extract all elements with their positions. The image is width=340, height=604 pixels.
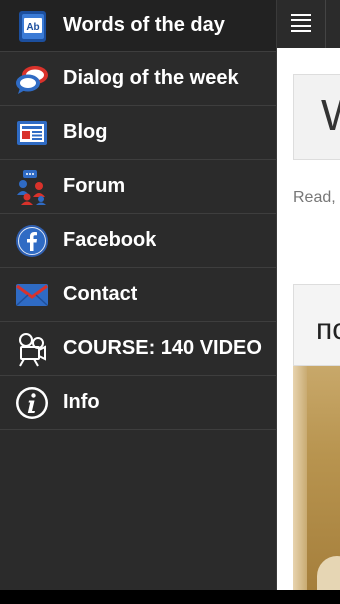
- toolbar-divider: [325, 0, 326, 48]
- main-content: W Read, words Russia по: [277, 0, 340, 590]
- menu-label: Info: [63, 391, 100, 413]
- menu-item-words-of-the-day[interactable]: Ab Words of the day: [0, 0, 276, 52]
- article-card-image[interactable]: [293, 366, 340, 590]
- word-card-title: W: [321, 91, 340, 141]
- menu-item-dialog-of-the-week[interactable]: Dialog of the week: [0, 52, 276, 106]
- menu-label: Blog: [63, 121, 108, 143]
- menu-item-forum[interactable]: Forum: [0, 160, 276, 214]
- menu-item-info[interactable]: Info: [0, 376, 276, 430]
- menu-item-contact[interactable]: Contact: [0, 268, 276, 322]
- menu-label: Words of the day: [63, 14, 225, 36]
- hamburger-menu-icon[interactable]: [291, 14, 311, 32]
- top-app-bar: [277, 0, 340, 48]
- menu-item-course[interactable]: COURSE: 140 VIDEO: [0, 322, 276, 376]
- ab-book-icon: Ab: [19, 10, 46, 42]
- menu-label: Dialog of the week: [63, 67, 239, 89]
- intro-text: Read, words Russia: [293, 189, 340, 206]
- menu-label: COURSE: 140 VIDEO: [63, 337, 262, 359]
- info-icon: [16, 386, 48, 419]
- menu-label: Forum: [63, 175, 126, 197]
- menu-item-facebook[interactable]: Facebook: [0, 214, 276, 268]
- article-card-header[interactable]: по: [293, 284, 340, 366]
- system-navigation-bar: [0, 590, 340, 604]
- navigation-drawer: Ab Words of the day Dialog of the week B…: [0, 0, 277, 590]
- video-camera-icon: [19, 332, 46, 366]
- people-chat-icon: [17, 169, 46, 205]
- svg-text:Ab: Ab: [26, 22, 39, 33]
- word-of-day-card[interactable]: W: [293, 74, 340, 160]
- menu-item-blog[interactable]: Blog: [0, 106, 276, 160]
- speech-bubbles-icon: [16, 65, 48, 94]
- envelope-icon: [16, 283, 48, 306]
- facebook-icon: [16, 224, 48, 257]
- article-card-title: по: [316, 313, 340, 346]
- newspaper-icon: [17, 120, 47, 145]
- menu-label: Contact: [63, 283, 138, 305]
- menu-label: Facebook: [63, 229, 157, 251]
